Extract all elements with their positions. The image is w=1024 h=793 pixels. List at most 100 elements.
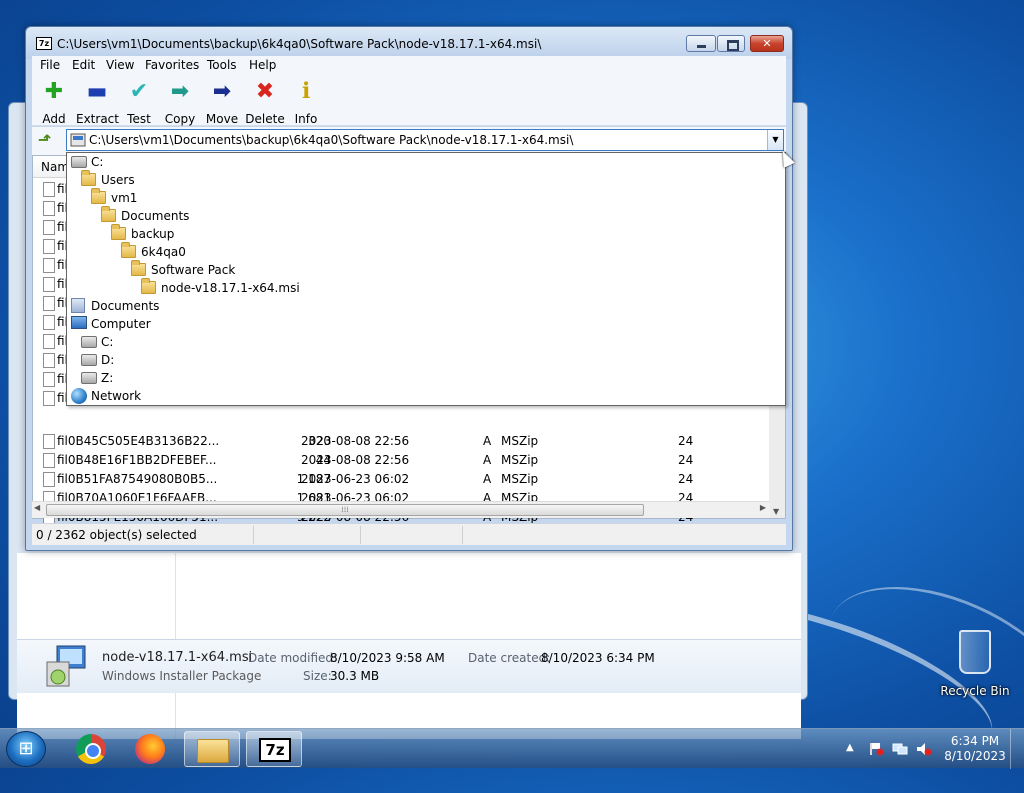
computer-icon bbox=[71, 316, 87, 329]
window-title: C:\Users\vm1\Documents\backup\6k4qa0\Sof… bbox=[57, 37, 542, 51]
network-icon bbox=[71, 388, 87, 404]
plus-icon: ✚ bbox=[44, 79, 64, 104]
details-file-type: Windows Installer Package bbox=[102, 669, 262, 683]
up-folder-icon[interactable]: ⬏ bbox=[38, 131, 56, 149]
row-attributes: A bbox=[483, 453, 492, 467]
test-button[interactable]: ✔ Test bbox=[118, 79, 160, 127]
details-pane: node-v18.17.1-x64.msi Windows Installer … bbox=[17, 639, 801, 693]
row-block: 24 bbox=[678, 434, 694, 448]
menu-bar: File Edit View Favorites Tools Help bbox=[32, 56, 786, 76]
clock-time: 6:34 PM bbox=[950, 734, 1000, 748]
extract-button-label: Extract bbox=[76, 112, 119, 126]
recycle-bin-icon bbox=[959, 630, 991, 674]
scroll-right-icon[interactable]: ▶ bbox=[760, 503, 766, 512]
minus-icon: ▬ bbox=[86, 79, 108, 104]
row-block: 24 bbox=[678, 453, 694, 467]
double-arrow-icon: ➡ bbox=[170, 79, 190, 104]
system-tray: ▲ 6:34 PM 8/10/2023 bbox=[840, 729, 1020, 769]
row-name: fil0B51FA87549080B0B5... bbox=[57, 472, 218, 486]
copy-button[interactable]: ➡ Copy bbox=[159, 79, 201, 127]
taskbar-7zip[interactable]: 7z bbox=[246, 731, 302, 767]
menu-view[interactable]: View bbox=[106, 58, 134, 72]
horizontal-scrollbar[interactable]: ◀ ⁞⁞⁞ ▶ bbox=[32, 501, 770, 518]
archive-icon bbox=[70, 133, 86, 147]
volume-muted-icon[interactable] bbox=[916, 742, 932, 756]
menu-tools[interactable]: Tools bbox=[207, 58, 237, 72]
taskbar-explorer[interactable] bbox=[184, 731, 240, 767]
scroll-down-icon[interactable]: ▼ bbox=[773, 507, 779, 516]
address-dropdown-button[interactable]: ▼ bbox=[767, 130, 783, 150]
info-button[interactable]: ℹ Info bbox=[285, 80, 327, 127]
drive-icon bbox=[71, 156, 87, 168]
status-separator bbox=[360, 526, 361, 544]
show-desktop-button[interactable] bbox=[1010, 729, 1020, 769]
drive-icon bbox=[81, 336, 97, 348]
scroll-thumb[interactable]: ⁞⁞⁞ bbox=[46, 504, 644, 516]
row-attributes: A bbox=[483, 472, 492, 486]
cd-drive-icon bbox=[81, 354, 97, 366]
file-icon bbox=[43, 239, 55, 254]
clock-date: 8/10/2023 bbox=[944, 749, 1006, 763]
folder-icon bbox=[81, 170, 96, 186]
row-attributes: A bbox=[483, 434, 492, 448]
details-modified-label: Date modified: bbox=[248, 651, 338, 665]
address-dropdown-list: C: Users vm1 Documents backup 6k4qa0 Sof… bbox=[66, 152, 786, 406]
address-combobox[interactable]: C:\Users\vm1\Documents\backup\6k4qa0\Sof… bbox=[66, 129, 784, 151]
menu-help[interactable]: Help bbox=[249, 58, 276, 72]
file-icon bbox=[43, 315, 55, 330]
folder-icon bbox=[111, 224, 126, 240]
menu-file[interactable]: File bbox=[40, 58, 60, 72]
delete-button-label: Delete bbox=[245, 112, 285, 126]
documents-icon bbox=[71, 298, 85, 313]
start-button[interactable] bbox=[6, 731, 46, 767]
status-bar: 0 / 2362 object(s) selected bbox=[32, 523, 786, 545]
menu-favorites[interactable]: Favorites bbox=[145, 58, 199, 72]
row-name: fil0B45C505E4B3136B22... bbox=[57, 434, 220, 448]
action-center-flag-icon[interactable] bbox=[868, 742, 884, 756]
add-button[interactable]: ✚ Add bbox=[33, 79, 75, 127]
minimize-button[interactable] bbox=[686, 35, 716, 52]
file-icon bbox=[43, 353, 55, 368]
details-size-value: 30.3 MB bbox=[330, 669, 380, 683]
test-button-label: Test bbox=[127, 112, 151, 126]
firefox-icon bbox=[135, 734, 165, 764]
taskbar-firefox[interactable] bbox=[122, 731, 178, 767]
file-icon bbox=[43, 472, 55, 487]
copy-button-label: Copy bbox=[164, 112, 196, 126]
menu-edit[interactable]: Edit bbox=[72, 58, 95, 72]
row-method: MSZip bbox=[501, 453, 539, 467]
status-separator bbox=[253, 526, 254, 544]
file-icon bbox=[43, 182, 55, 197]
chrome-icon bbox=[76, 734, 106, 764]
check-icon: ✔ bbox=[129, 79, 149, 104]
extract-button[interactable]: ▬ Extract bbox=[76, 79, 119, 127]
status-separator bbox=[462, 526, 463, 544]
x-icon: ✖ bbox=[255, 79, 275, 104]
network-tray-icon[interactable] bbox=[892, 742, 908, 756]
scroll-left-icon[interactable]: ◀ bbox=[34, 503, 40, 512]
file-icon bbox=[43, 201, 55, 216]
add-button-label: Add bbox=[42, 112, 66, 126]
maximize-button[interactable] bbox=[717, 35, 745, 52]
row-block: 24 bbox=[678, 472, 694, 486]
folder-icon bbox=[101, 206, 116, 222]
delete-button[interactable]: ✖ Delete bbox=[244, 79, 286, 127]
move-button[interactable]: ➡ Move bbox=[201, 80, 243, 127]
table-row[interactable]: fil0B51FA87549080B0B5... 1 187 2023-06-2… bbox=[33, 470, 771, 489]
folder-icon bbox=[141, 278, 156, 294]
taskbar-chrome[interactable] bbox=[60, 731, 116, 767]
table-row[interactable]: fil0B48E16F1BB2DFEBEF... 44 2023-08-08 2… bbox=[33, 451, 771, 470]
column-name-header[interactable]: Nam bbox=[41, 160, 69, 174]
recycle-bin[interactable]: Recycle Bin bbox=[940, 630, 1010, 698]
taskbar-clock[interactable]: 6:34 PM 8/10/2023 bbox=[940, 734, 1010, 764]
close-button[interactable] bbox=[750, 35, 784, 52]
table-row[interactable]: fil0B45C505E4B3136B22... 320 2023-08-08 … bbox=[33, 432, 771, 451]
show-hidden-icons-icon[interactable]: ▲ bbox=[846, 742, 854, 753]
row-name: fil0B48E16F1BB2DFEBEF... bbox=[57, 453, 217, 467]
title-bar[interactable]: 7z C:\Users\vm1\Documents\backup\6k4qa0\… bbox=[26, 27, 792, 59]
folder-icon bbox=[91, 188, 106, 204]
recycle-bin-label: Recycle Bin bbox=[940, 684, 1010, 698]
address-row: ⬏ C:\Users\vm1\Documents\backup\6k4qa0\S… bbox=[32, 127, 786, 155]
file-icon bbox=[43, 220, 55, 235]
folder-icon bbox=[197, 739, 229, 763]
